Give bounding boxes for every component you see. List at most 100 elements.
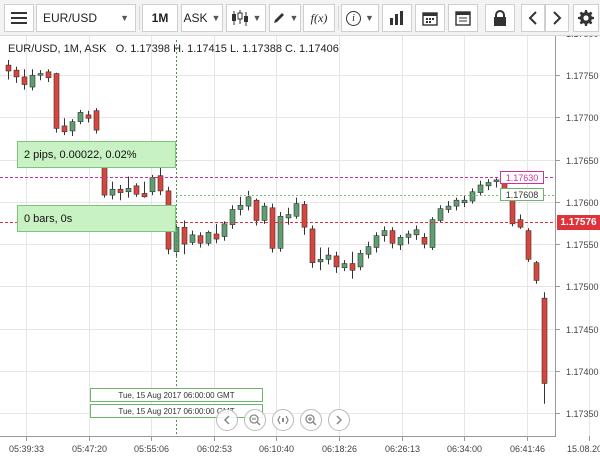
calendar-button[interactable] xyxy=(415,4,445,32)
candle xyxy=(69,119,76,137)
candle-body-bear xyxy=(93,110,100,131)
y-tick-label: 1.17650 xyxy=(566,156,599,166)
candle xyxy=(197,232,204,248)
candle-body-bull xyxy=(461,199,468,204)
y-tick-label: 1.17750 xyxy=(566,71,599,81)
candle xyxy=(245,190,252,211)
x-tick-label: 06:26:13 xyxy=(385,444,420,454)
candle xyxy=(341,260,348,272)
candle-body-bull xyxy=(397,237,404,246)
candle xyxy=(493,178,500,188)
candle-body-bull xyxy=(341,263,348,269)
candle xyxy=(117,185,124,201)
candle xyxy=(485,179,492,191)
candle-body-bull xyxy=(205,231,212,244)
crosshair-date-text: Tue, 15 Aug 2017 06:00:00 GMT xyxy=(118,390,235,400)
candle xyxy=(29,69,36,91)
candle xyxy=(533,261,540,284)
chevron-down-icon: ▼ xyxy=(252,13,262,23)
x-tick-label: 06:41:46 xyxy=(510,444,545,454)
scroll-right-button[interactable] xyxy=(545,4,569,32)
measure-pips-box: 2 pips, 0.00022, 0.02% xyxy=(17,141,176,168)
candle-body-bull xyxy=(245,196,252,207)
candle xyxy=(189,230,196,245)
symbol-select[interactable]: EUR/USD ▼ xyxy=(36,4,136,32)
candle xyxy=(237,196,244,216)
candle xyxy=(437,205,444,223)
candle-body-bull xyxy=(149,177,156,193)
candle-body-bull xyxy=(189,234,196,243)
candle-body-bear xyxy=(421,237,428,245)
candle-body-bear xyxy=(389,230,396,244)
candle-body-bear xyxy=(85,114,92,119)
candle-body-bull xyxy=(69,121,76,132)
x-tick-label: 05:47:20 xyxy=(72,444,107,454)
bar-chart-button[interactable] xyxy=(382,4,412,32)
y-tick-label: 1.17700 xyxy=(566,113,599,123)
settings-button[interactable] xyxy=(573,4,599,32)
candle-body-bull xyxy=(445,205,452,210)
zoom-out-button[interactable] xyxy=(244,409,266,431)
candle xyxy=(309,225,316,268)
candle-body-bull xyxy=(261,205,268,221)
candle-body-bear xyxy=(349,263,356,271)
y-tick-label: 1.17600 xyxy=(566,198,599,208)
candle xyxy=(277,212,284,252)
candle-body-bull xyxy=(381,230,388,236)
chevron-left-icon xyxy=(528,11,537,25)
candle-body-bull xyxy=(429,219,436,248)
candle-body-bull xyxy=(293,203,300,217)
candle xyxy=(37,70,44,81)
candle xyxy=(253,198,260,226)
lock-button[interactable] xyxy=(485,4,515,32)
report-button[interactable] xyxy=(448,4,478,32)
candle-body-bear xyxy=(301,204,308,228)
candle xyxy=(77,109,84,125)
candle-body-bear xyxy=(541,297,548,384)
candle-body-bear xyxy=(5,64,12,72)
pan-right-button[interactable] xyxy=(328,409,350,431)
chevron-down-icon: ▼ xyxy=(289,13,299,23)
candle-body-bull xyxy=(285,214,292,219)
candle xyxy=(45,69,52,82)
y-tick-label: 1.17800 xyxy=(566,36,599,39)
candle xyxy=(301,201,308,235)
reset-zoom-button[interactable] xyxy=(272,409,294,431)
lower-price-label: 1.17608 xyxy=(500,188,544,201)
pan-left-button[interactable] xyxy=(216,409,238,431)
y-tick-label: 1.17450 xyxy=(566,325,599,335)
timeframe-value: 1M xyxy=(151,11,169,25)
candle xyxy=(453,197,460,211)
candle xyxy=(85,110,92,123)
candle xyxy=(93,108,100,134)
chevron-left-icon xyxy=(223,415,230,425)
candle-body-bear xyxy=(117,188,124,193)
info-button[interactable]: i ▼ xyxy=(341,4,379,32)
candle-body-bull xyxy=(221,223,228,237)
scroll-left-button[interactable] xyxy=(521,4,545,32)
ohlc-info-line: EUR/USD, 1M, ASK O. 1.17398 H. 1.17415 L… xyxy=(8,43,339,55)
zoom-in-button[interactable] xyxy=(300,409,322,431)
candle-body-bull xyxy=(365,246,372,255)
candle-body-bull xyxy=(29,74,36,88)
chart-type-button[interactable]: ▼ xyxy=(226,4,266,32)
candle xyxy=(61,118,68,136)
candle-body-bull xyxy=(437,208,444,221)
indicators-button[interactable]: f(x) xyxy=(303,4,335,32)
candle-body-bear xyxy=(21,76,28,85)
candle-body-bear xyxy=(181,226,188,245)
candle-body-bear xyxy=(309,228,316,263)
candle xyxy=(461,195,468,207)
current-price-label: 1.17576 xyxy=(557,215,600,230)
menu-button[interactable] xyxy=(4,4,34,32)
y-tick-label: 1.17550 xyxy=(566,240,599,250)
side-select[interactable]: ASK ▼ xyxy=(181,4,223,32)
chevron-right-icon xyxy=(553,11,562,25)
candle-body-bull xyxy=(37,73,44,76)
candle-body-bull xyxy=(237,204,244,210)
toolbar-divider xyxy=(139,6,140,30)
timeframe-button[interactable]: 1M xyxy=(142,4,178,32)
drawing-tools-button[interactable]: ▼ xyxy=(269,4,301,32)
candle xyxy=(413,225,420,240)
calendar-icon xyxy=(422,11,438,26)
